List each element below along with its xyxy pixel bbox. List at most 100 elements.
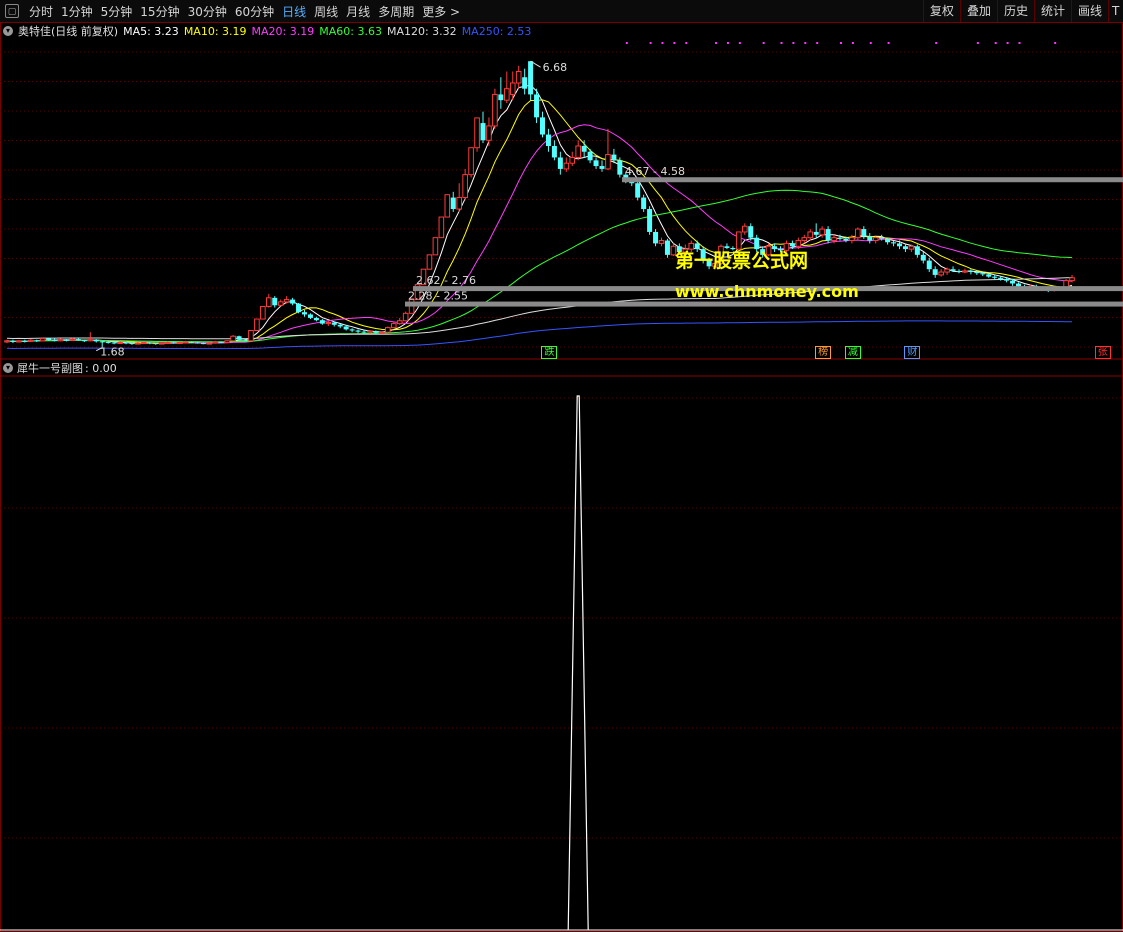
event-marker-3[interactable]: 财: [904, 346, 921, 359]
period-tab-4[interactable]: 30分钟: [184, 3, 231, 20]
candle-body: [486, 125, 492, 141]
candle-body: [402, 312, 409, 322]
candle-body: [438, 216, 445, 239]
candle-body: [1016, 283, 1021, 287]
ma-legend-item-3: MA60: 3.63: [319, 24, 382, 38]
period-tab-1[interactable]: 1分钟: [57, 3, 97, 20]
candle-body: [212, 341, 219, 344]
candle-body: [105, 341, 111, 343]
candle-body: [897, 243, 902, 247]
candle-body: [153, 343, 159, 345]
period-tab-7[interactable]: 周线: [310, 3, 342, 20]
candle-body: [879, 237, 885, 239]
toolbar-button-4[interactable]: 画线: [1070, 0, 1108, 22]
candle-body: [528, 61, 534, 95]
candle-body: [337, 324, 343, 327]
candle-body: [313, 317, 319, 321]
candle-body: [1004, 278, 1010, 281]
low-label: 1.68: [100, 346, 125, 359]
candle-body: [819, 228, 825, 236]
candle-body: [998, 277, 1004, 279]
candle-body: [468, 147, 474, 176]
toolbar-right: 复权 叠加 历史 统计 画线 T: [922, 0, 1123, 22]
candle-body: [218, 341, 224, 343]
candle-body: [111, 342, 117, 344]
candle-body: [266, 297, 272, 307]
signal-dot: [840, 42, 842, 44]
price-zone-bar: [622, 177, 1123, 183]
price-zone-bar: [405, 301, 1123, 307]
candle-body: [432, 237, 439, 256]
toolbar-button-3[interactable]: 统计: [1033, 0, 1071, 22]
period-tab-8[interactable]: 月线: [342, 3, 374, 20]
period-tab-5[interactable]: 60分钟: [231, 3, 278, 20]
subchart-spike: [567, 395, 589, 931]
period-tab-2[interactable]: 5分钟: [97, 3, 137, 20]
candle-body: [64, 339, 69, 341]
event-marker-4[interactable]: 张: [1094, 346, 1111, 359]
legend-collapse-icon[interactable]: ▾: [3, 26, 13, 36]
toolbar-button-0[interactable]: 复权: [922, 0, 960, 22]
candle-body: [569, 156, 576, 164]
candle-body: [248, 329, 254, 342]
candle-body: [938, 271, 944, 276]
watermark-title: 第一股票公式网: [675, 250, 809, 272]
event-marker-0[interactable]: 跌: [541, 346, 558, 359]
sub-legend-collapse-icon[interactable]: ▾: [3, 363, 13, 373]
candle-body: [831, 237, 837, 242]
candle-body: [302, 312, 307, 315]
candle-body: [891, 242, 897, 244]
stock-title: 奥特佳(日线 前复权): [18, 25, 119, 38]
signal-dot: [887, 42, 890, 44]
candle-body: [653, 231, 659, 244]
signal-dot: [673, 42, 676, 44]
price-zone-label: 2.62 - 2.76: [416, 274, 476, 287]
candle-body: [575, 145, 582, 158]
candle-body: [885, 238, 891, 243]
period-tab-0[interactable]: 分时: [25, 3, 57, 20]
candle-body: [75, 339, 81, 341]
candle-body: [974, 272, 980, 274]
period-tab-6[interactable]: 日线: [278, 3, 310, 20]
candle-body: [296, 303, 302, 313]
kline-chart: 4.67 - 4.58 2.62 - 2.76 2.28 - 2.55 6.68 1.6…: [0, 22, 1123, 932]
candle-body: [194, 342, 200, 344]
candle-body: [825, 229, 831, 241]
candle-body: [956, 270, 962, 273]
period-tabs: ▢ 分时 1分钟 5分钟 15分钟 30分钟 60分钟 日线 周线 月线 多周期 更多 >: [0, 0, 464, 22]
signal-dot: [649, 42, 652, 44]
main-legend: ▾ 奥特佳(日线 前复权) MA5: 3.23 MA10: 3.19 MA20: 3…: [3, 23, 536, 39]
candle-body: [599, 166, 605, 169]
candle-body: [962, 270, 968, 273]
toolbar-button-5[interactable]: T: [1108, 0, 1123, 22]
toolbar-button-1[interactable]: 叠加: [959, 0, 997, 22]
candle-body: [611, 154, 617, 161]
candle-body: [849, 237, 855, 242]
price-zone-label: 2.28 - 2.55: [408, 290, 468, 303]
sidebar-toggle-icon[interactable]: ▢: [5, 4, 19, 18]
period-toolbar: ▢ 分时 1分钟 5分钟 15分钟 30分钟 60分钟 日线 周线 月线 多周期 更多 > 复权 叠加…: [0, 0, 1123, 23]
event-marker-1[interactable]: 榜: [815, 346, 832, 359]
candle-body: [992, 276, 998, 278]
candle-body: [171, 342, 177, 344]
candle-body: [522, 77, 528, 89]
sub-legend: ▾ 犀牛一号副图 : 0.00: [3, 360, 117, 376]
signal-dot: [804, 42, 807, 44]
signal-dot: [715, 42, 718, 44]
period-tab-9[interactable]: 多周期: [374, 3, 418, 20]
candle-body: [141, 342, 147, 345]
period-tab-3[interactable]: 15分钟: [136, 3, 183, 20]
event-marker-2[interactable]: 减: [844, 346, 861, 359]
ma60-line: [6, 189, 1073, 343]
ma-legend-item-2: MA20: 3.19: [251, 24, 315, 38]
candle-body: [581, 146, 587, 152]
candle-body: [861, 229, 867, 237]
candle-body: [379, 331, 385, 334]
candle-body: [52, 339, 58, 341]
period-tab-10[interactable]: 更多 >: [418, 3, 464, 20]
candle-body: [968, 270, 974, 273]
candle-body: [10, 340, 16, 342]
candle-body: [462, 174, 468, 199]
toolbar-button-2[interactable]: 历史: [996, 0, 1034, 22]
signal-dot: [851, 42, 854, 44]
